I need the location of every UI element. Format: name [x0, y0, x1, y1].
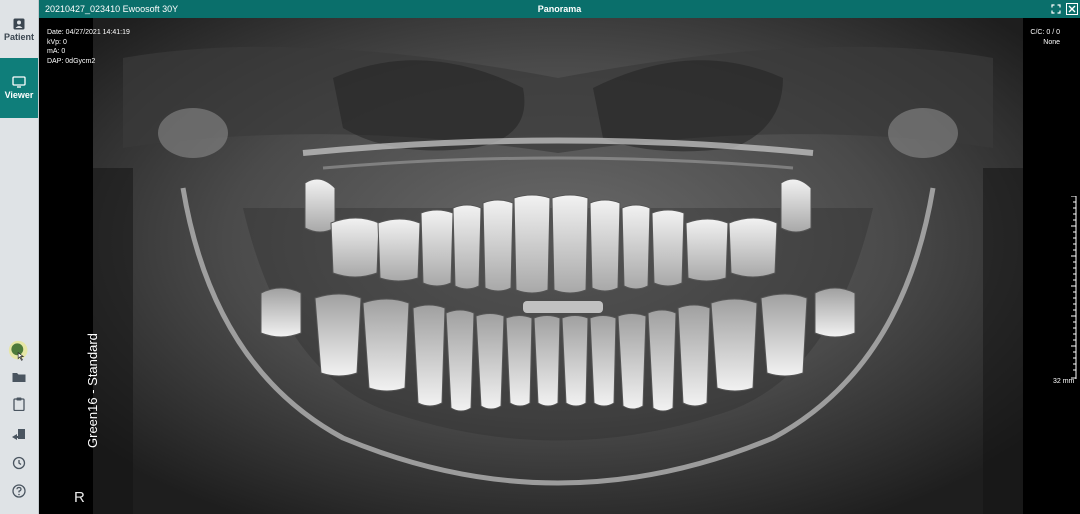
folder-icon — [12, 373, 26, 382]
help-button[interactable] — [8, 480, 30, 502]
exposure-info: Date: 04/27/2021 14:41:19 kVp: 0 mA: 0 D… — [47, 28, 130, 66]
nav-patient[interactable]: Patient — [0, 18, 38, 60]
scale-label: 32 mm — [1053, 378, 1075, 385]
close-button[interactable] — [1066, 3, 1078, 15]
nav-viewer-label: Viewer — [4, 90, 34, 100]
history-icon — [12, 456, 26, 470]
exposure-kvp: kVp: 0 — [47, 38, 67, 46]
fullscreen-icon — [1051, 4, 1061, 14]
export-button[interactable] — [8, 424, 30, 446]
filter-label: Green16 - Standard — [85, 333, 100, 448]
exposure-date: Date: 04/27/2021 14:41:19 — [47, 29, 130, 36]
left-sidebar: Patient Viewer — [0, 0, 39, 514]
scale-ruler — [1071, 196, 1077, 379]
exposure-dap: DAP: 0dGycm2 — [47, 57, 96, 65]
patient-icon — [13, 18, 25, 30]
clipboard-button[interactable] — [8, 393, 30, 415]
window-info: C/C: 0 / 0 None — [1030, 28, 1060, 47]
nav-viewer[interactable]: Viewer — [0, 58, 38, 118]
panoramic-xray-image[interactable] — [93, 18, 1023, 514]
history-button[interactable] — [8, 452, 30, 474]
image-tool-icon — [8, 340, 28, 361]
contrast-info: C/C: 0 / 0 — [1030, 29, 1060, 36]
exposure-ma: mA: 0 — [47, 48, 66, 55]
clipboard-icon — [13, 397, 25, 411]
folder-button[interactable] — [8, 366, 30, 388]
fullscreen-button[interactable] — [1050, 3, 1062, 15]
view-title: Panorama — [537, 4, 582, 14]
export-icon — [12, 429, 25, 440]
side-marker: R — [74, 489, 85, 506]
nav-patient-label: Patient — [3, 32, 34, 42]
monitor-icon — [12, 76, 26, 88]
close-icon — [1068, 5, 1076, 13]
help-icon — [12, 484, 26, 498]
viewer-titlebar: 20210427_023410 Ewoosoft 30Y Panorama — [39, 0, 1080, 18]
image-viewer[interactable]: Date: 04/27/2021 14:41:19 kVp: 0 mA: 0 D… — [39, 18, 1080, 514]
filter-info: None — [1043, 38, 1060, 46]
image-tool-button[interactable] — [8, 340, 30, 362]
